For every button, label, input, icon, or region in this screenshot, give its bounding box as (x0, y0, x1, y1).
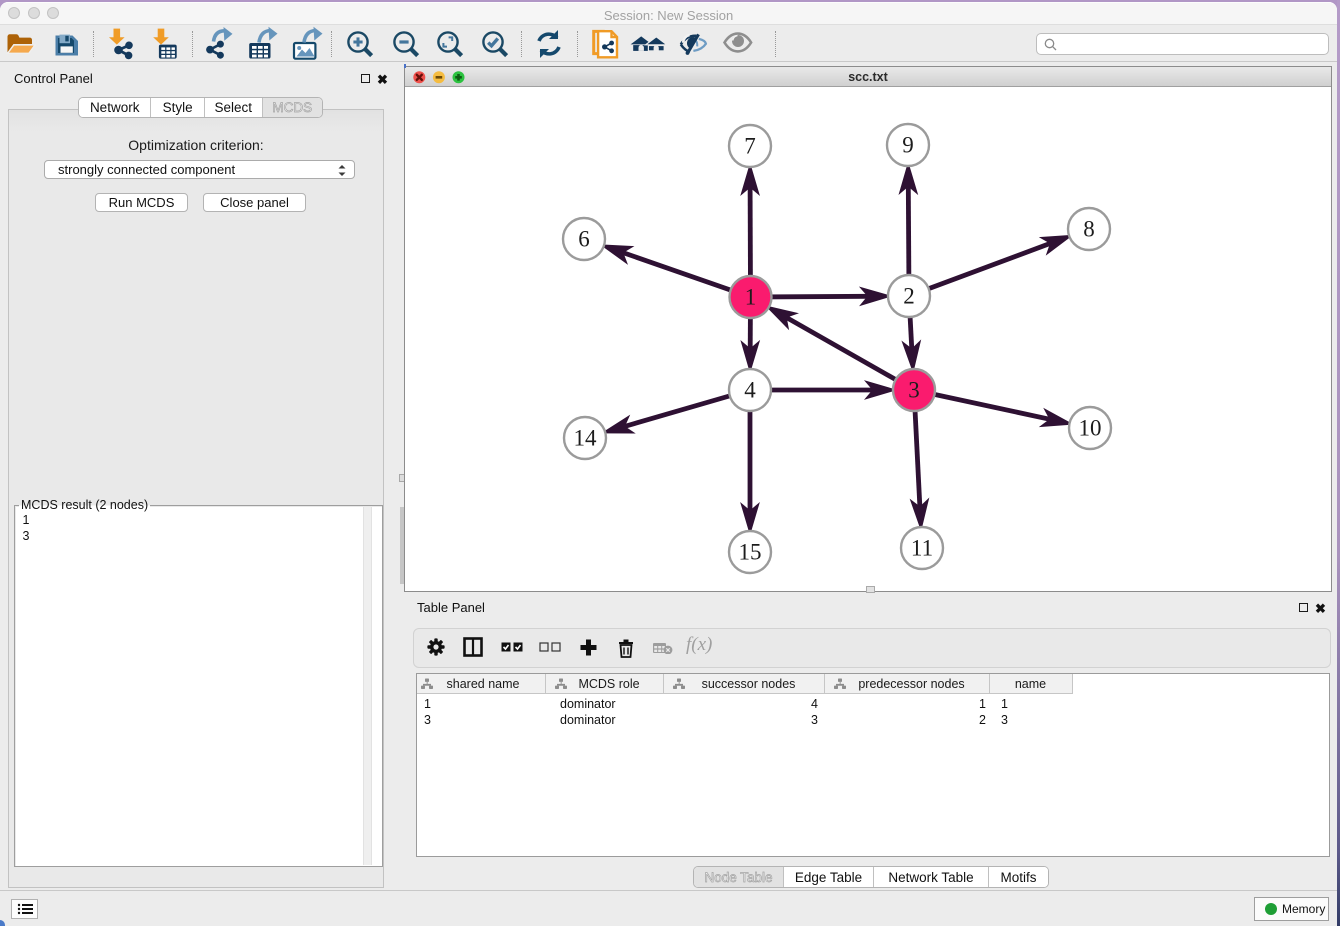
svg-text:15: 15 (739, 540, 762, 565)
svg-text:14: 14 (574, 426, 598, 451)
svg-text:1: 1 (745, 285, 757, 310)
svg-text:3: 3 (908, 378, 920, 403)
svg-text:10: 10 (1079, 416, 1102, 441)
svg-text:7: 7 (744, 134, 756, 159)
svg-text:11: 11 (911, 536, 933, 561)
svg-text:4: 4 (744, 378, 756, 403)
svg-text:6: 6 (578, 227, 590, 252)
svg-text:8: 8 (1083, 217, 1095, 242)
svg-text:9: 9 (902, 133, 914, 158)
svg-text:2: 2 (903, 284, 915, 309)
